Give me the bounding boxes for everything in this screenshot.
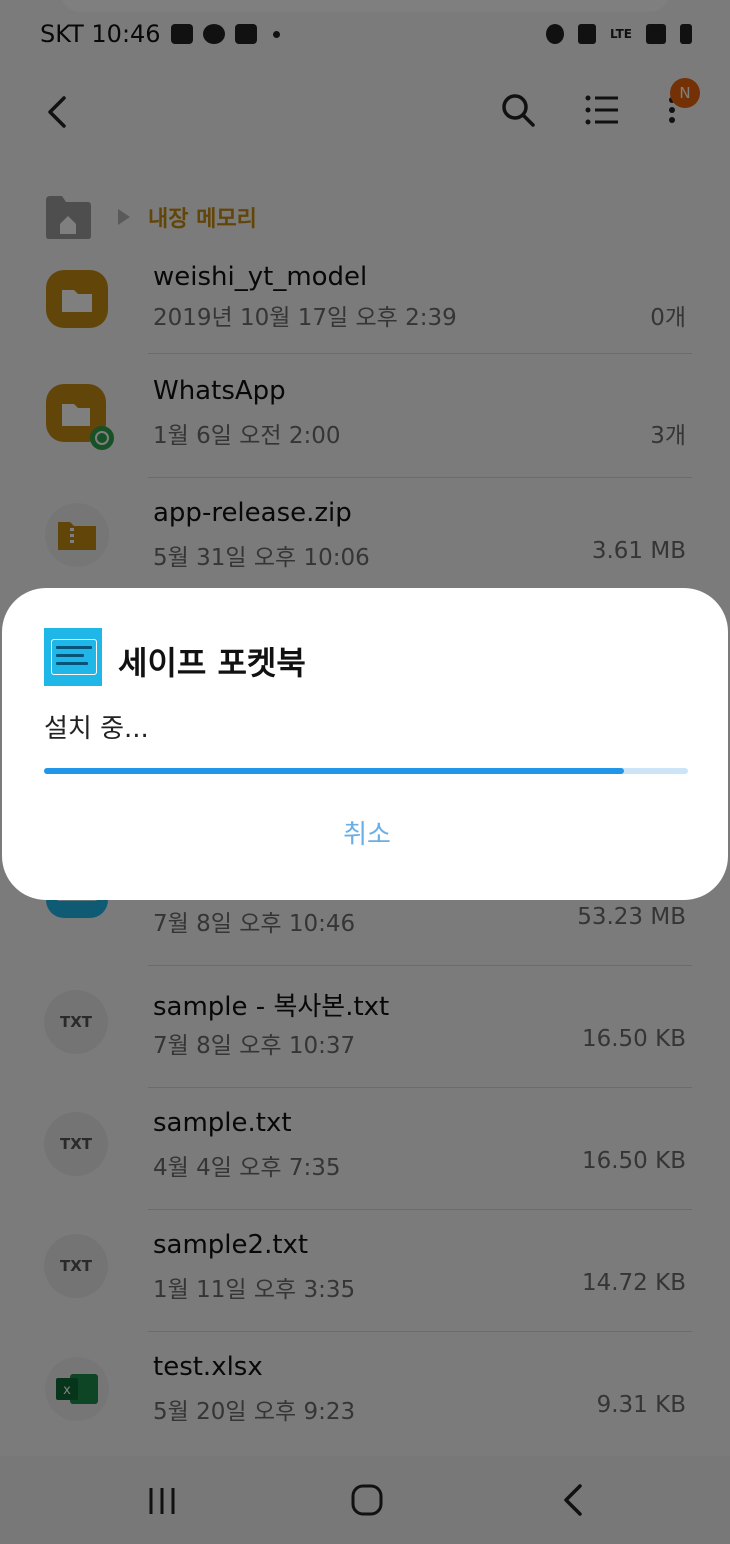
app-icon-book <box>51 639 97 675</box>
install-progress-fill <box>44 768 624 774</box>
app-icon-line <box>56 646 92 649</box>
app-icon-line <box>56 654 84 657</box>
install-dialog: 세이프 포켓북 설치 중... 취소 <box>2 588 728 900</box>
install-status-text: 설치 중... <box>44 714 149 744</box>
dialog-app-name: 세이프 포켓북 <box>118 644 306 682</box>
install-progress-bar <box>44 768 688 774</box>
app-icon <box>44 628 102 686</box>
app-icon-line <box>56 662 88 665</box>
cancel-button[interactable]: 취소 <box>302 810 432 860</box>
